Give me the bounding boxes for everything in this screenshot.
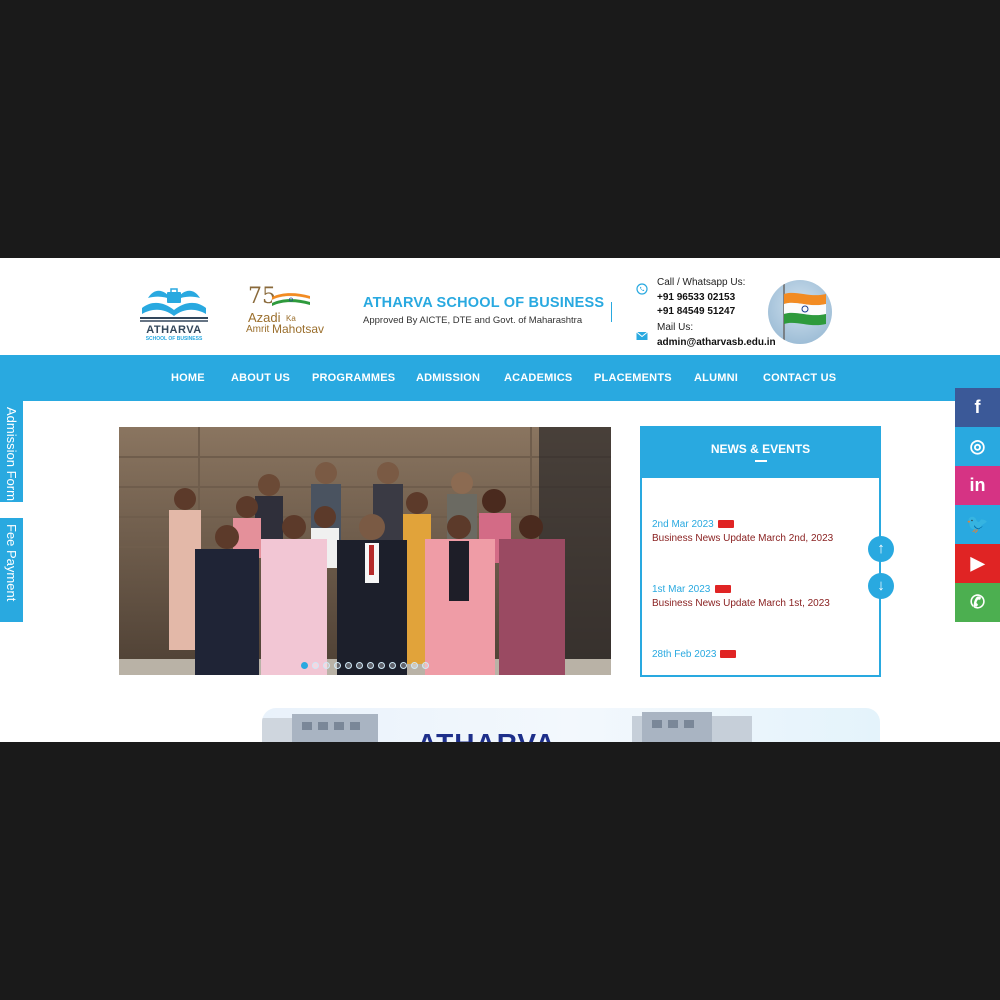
- main-navigation: HOME ABOUT US PROGRAMMES ADMISSION ACADE…: [0, 355, 1000, 401]
- slider-dot[interactable]: [334, 662, 341, 669]
- nav-home[interactable]: HOME: [171, 355, 205, 401]
- news-date-3: 28th Feb 2023: [652, 649, 717, 660]
- nav-admission[interactable]: ADMISSION: [416, 355, 480, 401]
- slider-dot[interactable]: [312, 662, 319, 669]
- admission-form-tab[interactable]: Admission Form: [0, 401, 23, 502]
- call-label: Call / Whatsapp Us:: [657, 277, 746, 288]
- slider-dot[interactable]: [301, 662, 308, 669]
- logo-title: ATHARVA: [146, 324, 202, 336]
- whatsapp-social-icon: ✆: [969, 592, 986, 612]
- news-title-underline: [755, 460, 767, 462]
- hero-slider[interactable]: [119, 427, 611, 675]
- approval-text: Approved By AICTE, DTE and Govt. of Maha…: [363, 315, 583, 326]
- instagram-icon: ◎: [969, 436, 986, 456]
- azadi-ka-amrit-mahotsav-logo: 75 Azadi Ka Amrit Mahotsav: [244, 284, 334, 340]
- mail-icon: [636, 331, 648, 340]
- news-link-1[interactable]: Business News Update March 2nd, 2023: [652, 533, 833, 544]
- slider-dot[interactable]: [378, 662, 385, 669]
- new-badge-icon: [720, 650, 736, 658]
- admission-form-label: Admission Form: [4, 407, 19, 501]
- atharva-logo[interactable]: ATHARVA SCHOOL OF BUSINESS: [134, 278, 214, 344]
- slider-dot[interactable]: [367, 662, 374, 669]
- slider-dot[interactable]: [422, 662, 429, 669]
- slider-dot[interactable]: [389, 662, 396, 669]
- slider-dot[interactable]: [356, 662, 363, 669]
- youtube-link[interactable]: ▶: [955, 544, 1000, 583]
- whatsapp-icon: [636, 283, 648, 295]
- faculty-group-photo: [119, 427, 611, 675]
- nav-about-us[interactable]: ABOUT US: [231, 355, 290, 401]
- azadi-mahotsav: Mahotsav: [272, 322, 325, 336]
- new-badge-icon: [718, 520, 734, 528]
- school-name: ATHARVA SCHOOL OF BUSINESS: [363, 295, 605, 311]
- slider-dots: [119, 662, 611, 669]
- news-scroll-up-button[interactable]: ↑: [868, 536, 894, 562]
- phone-2[interactable]: +91 84549 51247: [657, 306, 735, 317]
- slider-dot[interactable]: [411, 662, 418, 669]
- slider-dot[interactable]: [400, 662, 407, 669]
- new-badge-icon: [715, 585, 731, 593]
- logo-subtitle: SCHOOL OF BUSINESS: [145, 336, 203, 342]
- nav-alumni[interactable]: ALUMNI: [694, 355, 738, 401]
- nav-contact-us[interactable]: CONTACT US: [763, 355, 836, 401]
- page-viewport: ATHARVA SCHOOL OF BUSINESS 75 Azadi Ka A…: [0, 258, 1000, 742]
- email-link[interactable]: admin@atharvasb.edu.in: [657, 337, 776, 348]
- header-divider: [611, 302, 612, 322]
- news-title: NEWS & EVENTS: [710, 442, 811, 456]
- banner-title: ATHARVA: [417, 728, 556, 742]
- nav-placements[interactable]: PLACEMENTS: [594, 355, 672, 401]
- facebook-link[interactable]: f: [955, 388, 1000, 427]
- news-date-2: 1st Mar 2023: [652, 584, 711, 595]
- book-wings-icon: [140, 288, 208, 322]
- fee-payment-tab[interactable]: Fee Payment: [0, 518, 23, 622]
- mail-label: Mail Us:: [657, 322, 694, 333]
- news-date-1: 2nd Mar 2023: [652, 519, 714, 530]
- campus-building-image: [262, 712, 752, 742]
- news-link-2[interactable]: Business News Update March 1st, 2023: [652, 598, 830, 609]
- azadi-amrit: Amrit: [246, 324, 270, 335]
- nav-programmes[interactable]: PROGRAMMES: [312, 355, 395, 401]
- arrow-down-icon: ↓: [877, 577, 885, 594]
- phone-1[interactable]: +91 96533 02153: [657, 292, 735, 303]
- news-events-panel: NEWS & EVENTS 2nd Mar 2023 Business News…: [640, 426, 881, 677]
- twitter-icon: 🐦: [966, 514, 989, 534]
- youtube-icon: ▶: [970, 553, 985, 573]
- tricolor-flag-icon: [272, 293, 310, 306]
- news-header: NEWS & EVENTS: [642, 428, 879, 478]
- slider-dot[interactable]: [345, 662, 352, 669]
- national-flag-image: [768, 280, 832, 344]
- instagram-link[interactable]: ◎: [955, 427, 1000, 466]
- linkedin-link[interactable]: in: [955, 466, 1000, 505]
- whatsapp-link[interactable]: ✆: [955, 583, 1000, 622]
- arrow-up-icon: ↑: [877, 540, 885, 557]
- facebook-icon: f: [974, 397, 981, 417]
- twitter-link[interactable]: 🐦: [955, 505, 1000, 544]
- slider-dot[interactable]: [323, 662, 330, 669]
- linkedin-icon: in: [969, 475, 986, 495]
- nav-academics[interactable]: ACADEMICS: [504, 355, 572, 401]
- campus-banner: ATHARVA: [262, 708, 880, 742]
- site-header: ATHARVA SCHOOL OF BUSINESS 75 Azadi Ka A…: [0, 258, 1000, 356]
- fee-payment-label: Fee Payment: [4, 524, 19, 602]
- news-scroll-down-button[interactable]: ↓: [868, 573, 894, 599]
